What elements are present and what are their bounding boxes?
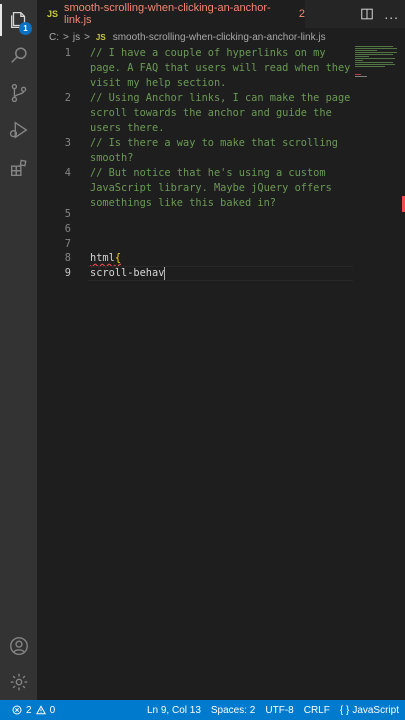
tab-problem-count: 2 <box>298 8 305 20</box>
tab-bar: JS smooth-scrolling-when-clicking-an-anc… <box>37 0 405 28</box>
code-text: users there. <box>90 122 165 134</box>
code-text: visit my help section. <box>90 77 227 89</box>
status-bar-right: Ln 9, Col 13 Spaces: 2 UTF-8 CRLF { } Ja… <box>147 705 399 716</box>
end-of-line[interactable]: CRLF <box>304 705 330 716</box>
extensions-icon[interactable] <box>0 150 37 186</box>
code-text: smooth? <box>90 152 134 164</box>
code-line[interactable]: 4 // But notice that he's using a custom <box>37 166 405 181</box>
settings-gear-icon[interactable] <box>0 664 37 700</box>
error-count: 2 <box>26 704 32 716</box>
code-editor[interactable]: 1// I have a couple of hyperlinks on my … <box>37 46 405 700</box>
tab-active-file[interactable]: JS smooth-scrolling-when-clicking-an-anc… <box>37 0 305 28</box>
js-file-icon: JS <box>95 32 106 42</box>
breadcrumb-file[interactable]: smooth-scrolling-when-clicking-an-anchor… <box>113 32 326 43</box>
code-line[interactable]: 2 // Using Anchor links, I can make the p… <box>37 91 405 106</box>
breadcrumb: C: > js > JS smooth-scrolling-when-click… <box>37 28 405 46</box>
code-line[interactable]: smooth? <box>37 151 405 166</box>
code-line[interactable]: 5 <box>37 207 405 222</box>
cursor-position[interactable]: Ln 9, Col 13 <box>147 705 201 716</box>
encoding[interactable]: UTF-8 <box>265 705 293 716</box>
more-actions-icon[interactable]: ... <box>384 6 399 22</box>
code-line[interactable]: users there. <box>37 121 405 136</box>
status-bar: 2 0 Ln 9, Col 13 Spaces: 2 UTF-8 CRLF { … <box>0 700 405 720</box>
line-number: 8 <box>64 252 71 264</box>
code-line[interactable]: page. A FAQ that users will read when th… <box>37 61 405 76</box>
code-line[interactable]: 6 <box>37 222 405 237</box>
warning-count: 0 <box>49 704 56 716</box>
language-mode[interactable]: { } JavaScript <box>340 705 399 716</box>
js-file-icon: JS <box>47 9 59 19</box>
line-number: 7 <box>64 238 71 250</box>
code-text: // But notice that he's using a custom <box>90 167 326 179</box>
split-editor-icon[interactable] <box>360 7 374 21</box>
language-label: JavaScript <box>352 704 399 716</box>
line-number: 9 <box>64 267 71 279</box>
code-text: scroll-behav <box>90 267 165 279</box>
warning-icon <box>35 705 46 715</box>
search-icon[interactable] <box>0 38 37 74</box>
code-line[interactable]: visit my help section. <box>37 76 405 91</box>
breadcrumb-drive[interactable]: C: <box>49 32 59 43</box>
line-number: 2 <box>64 92 71 104</box>
line-number: 6 <box>64 223 71 235</box>
minimap[interactable] <box>355 46 399 106</box>
code-line[interactable]: JavaScript library. Maybe jQuery offers <box>37 181 405 196</box>
error-icon <box>12 705 22 715</box>
code-text: // Is there a way to make that scrolling <box>90 137 338 149</box>
code-text: html <box>90 252 115 264</box>
problems-indicator[interactable]: 2 0 <box>12 705 55 716</box>
code-text: scroll towards the anchor and guide the <box>90 107 332 119</box>
code-text: // Using Anchor links, I can make the pa… <box>90 92 351 104</box>
code-line[interactable]: 8 html{ <box>37 251 405 266</box>
code-text: page. A FAQ that users will read when th… <box>90 62 351 74</box>
breadcrumb-separator: > <box>84 31 90 43</box>
source-control-icon[interactable] <box>0 75 37 111</box>
editor-actions: ... <box>360 0 399 28</box>
line-number: 5 <box>64 208 71 220</box>
code-line-current[interactable]: 9 scroll-behav <box>37 266 405 281</box>
line-number: 3 <box>64 137 71 149</box>
explorer-badge: 1 <box>19 22 32 35</box>
code-line[interactable]: 1 // I have a couple of hyperlinks on my <box>37 46 405 61</box>
indentation[interactable]: Spaces: 2 <box>211 705 255 716</box>
explorer-files-icon[interactable]: 1 <box>0 2 37 38</box>
line-number: 4 <box>64 167 71 179</box>
line-number: 1 <box>64 47 71 59</box>
braces-icon: { } <box>339 704 350 716</box>
tab-filename: smooth-scrolling-when-clicking-an-anchor… <box>64 2 271 26</box>
account-icon[interactable] <box>0 628 37 664</box>
code-line[interactable]: 7 <box>37 237 405 252</box>
breadcrumb-folder[interactable]: js <box>73 32 80 43</box>
activity-bar: 1 <box>0 0 37 700</box>
code-line[interactable]: scroll towards the anchor and guide the <box>37 106 405 121</box>
text-cursor <box>164 266 166 280</box>
code-text: // I have a couple of hyperlinks on my <box>90 47 326 59</box>
breadcrumb-separator: > <box>63 31 69 43</box>
code-brace: { <box>114 252 122 264</box>
code-line[interactable]: 3 // Is there a way to make that scrollin… <box>37 136 405 151</box>
code-text: JavaScript library. Maybe jQuery offers <box>90 182 332 194</box>
run-debug-icon[interactable] <box>0 112 37 148</box>
